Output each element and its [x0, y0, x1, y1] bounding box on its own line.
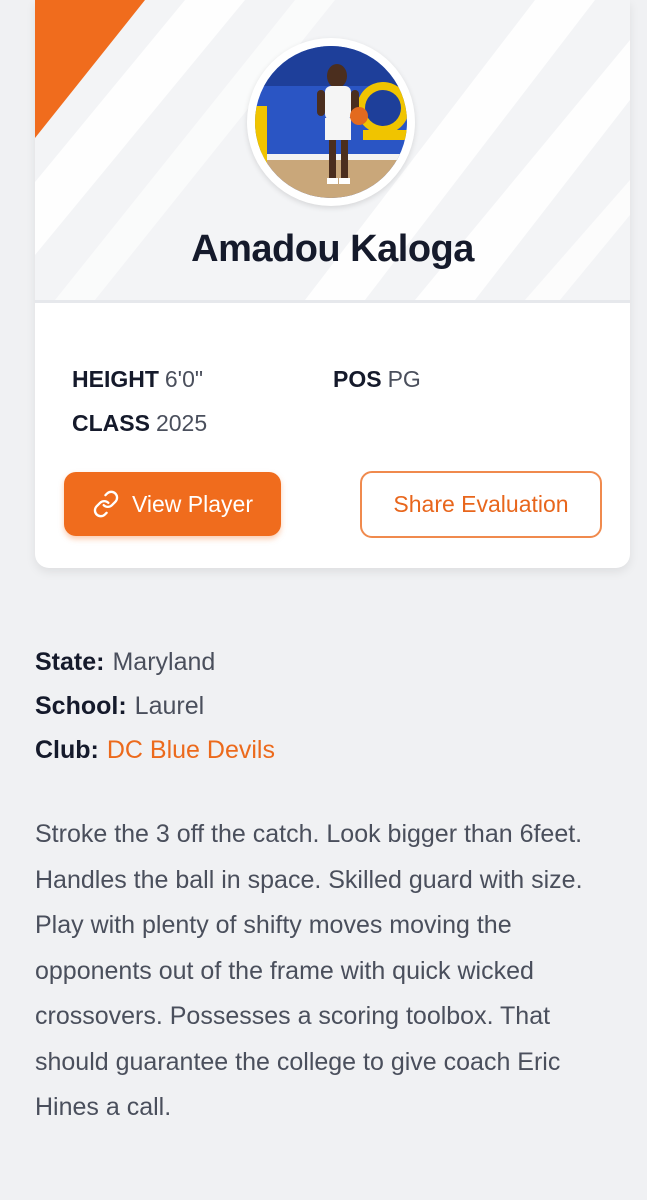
card-header: Amadou Kaloga [35, 0, 630, 303]
view-player-button[interactable]: View Player [64, 472, 281, 536]
share-evaluation-label: Share Evaluation [393, 491, 569, 517]
school-value: Laurel [134, 692, 205, 720]
stat-pos-value: PG [387, 366, 421, 392]
view-player-label: View Player [131, 490, 254, 517]
stat-class-label: CLASS [72, 410, 150, 436]
stat-position: POS PG [333, 366, 421, 393]
school-label: School: [35, 692, 127, 720]
evaluation-text: Stroke the 3 off the catch. Look bigger … [35, 820, 583, 1121]
state-label: State: [35, 648, 105, 676]
stat-pos-label: POS [333, 366, 382, 392]
club-link[interactable]: DC Blue Devils [107, 736, 275, 764]
state-line: State: Maryland [35, 648, 215, 677]
stat-height-label: HEIGHT [72, 366, 159, 392]
player-card: Amadou Kaloga HEIGHT 6'0" POS PG CLASS 2025… [35, 0, 630, 568]
club-line: Club: DC Blue Devils [35, 736, 275, 765]
stat-class-value: 2025 [155, 410, 208, 436]
club-label: Club: [35, 736, 99, 764]
stat-height-value: 6'0" [164, 366, 204, 392]
avatar-ring [247, 38, 415, 206]
avatar [255, 46, 407, 198]
stat-class: CLASS 2025 [72, 410, 207, 437]
school-line: School: Laurel [35, 692, 204, 721]
share-evaluation-button[interactable]: Share Evaluation [360, 471, 602, 538]
stat-height: HEIGHT 6'0" [72, 366, 203, 393]
state-value: Maryland [112, 648, 216, 676]
player-name: Amadou Kaloga [191, 228, 474, 270]
player-photo [255, 46, 407, 198]
link-icon [92, 490, 120, 518]
